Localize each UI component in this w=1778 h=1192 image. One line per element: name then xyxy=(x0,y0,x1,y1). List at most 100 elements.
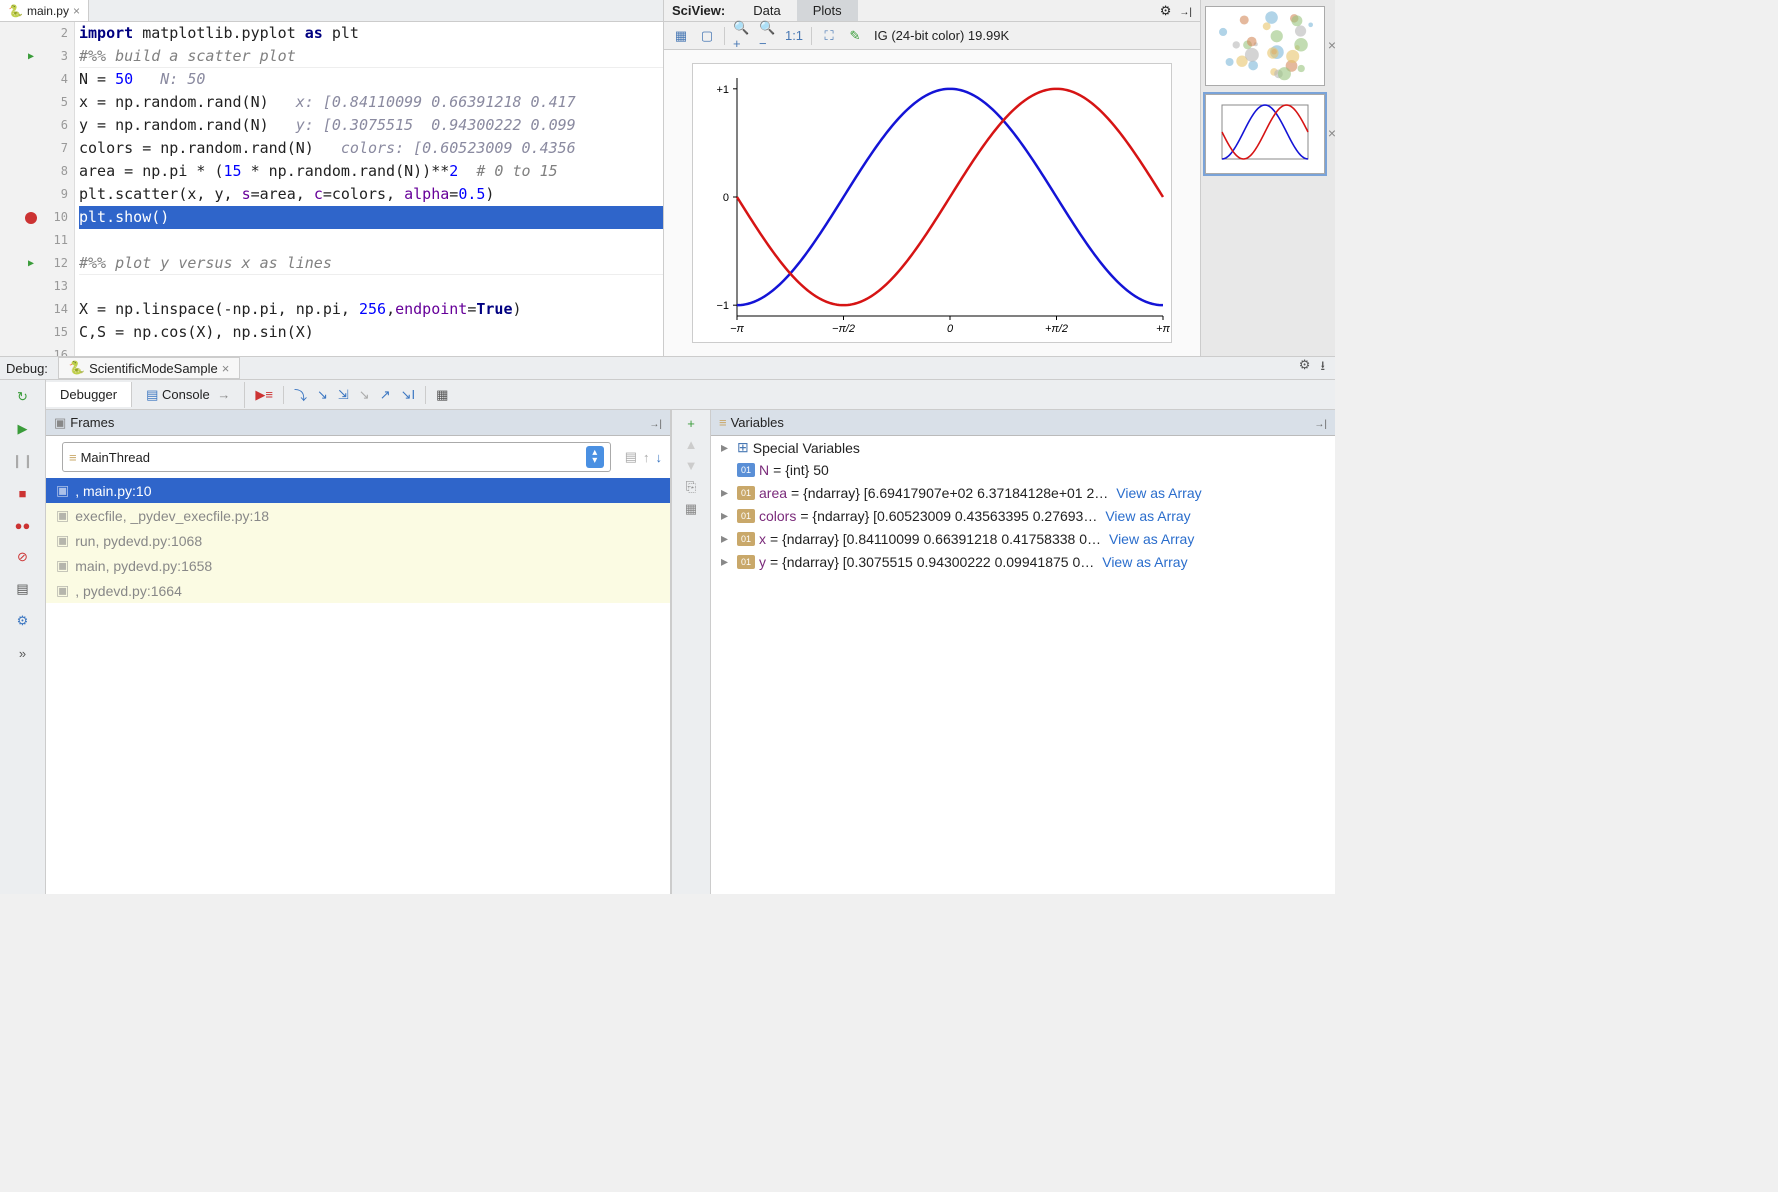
frame-icon: ▣ xyxy=(56,557,69,574)
plot-thumbnail-lines[interactable]: × xyxy=(1205,94,1325,174)
step-over-icon[interactable]: ⤵ xyxy=(294,385,307,404)
run-to-cursor-icon[interactable]: ↘I xyxy=(401,387,416,403)
plot-thumbnail-scatter[interactable]: × xyxy=(1205,6,1325,86)
frame-item[interactable]: ▣, pydevd.py:1664 xyxy=(46,578,670,603)
arrow-up-faded-icon[interactable]: ▲ xyxy=(685,437,698,452)
code-line[interactable] xyxy=(79,275,663,298)
variable-item[interactable]: ▸01 x = {ndarray} [0.84110099 0.66391218… xyxy=(711,527,1335,550)
zoom-out-icon[interactable]: 🔍− xyxy=(759,27,777,45)
frame-item[interactable]: ▣, main.py:10 xyxy=(46,478,670,503)
force-step-into-icon[interactable]: ↘ xyxy=(359,387,370,403)
code-line[interactable] xyxy=(79,344,663,356)
arrow-down-faded-icon[interactable]: ▼ xyxy=(685,458,698,473)
debug-run-config-tab[interactable]: 🐍 ScientificModeSample × xyxy=(58,357,240,379)
variable-list[interactable]: ▸⊞ Special Variables 01 N = {int} 50▸01 … xyxy=(711,436,1335,894)
view-as-array-link[interactable]: View as Array xyxy=(1105,508,1190,524)
view-as-array-link[interactable]: View as Array xyxy=(1116,485,1201,501)
code-line[interactable]: C,S = np.cos(X), np.sin(X) xyxy=(79,321,663,344)
rerun-icon[interactable]: ↻ xyxy=(12,386,34,408)
layout-icon[interactable]: ▤ xyxy=(12,578,34,600)
code-line[interactable]: x = np.random.rand(N) x: [0.84110099 0.6… xyxy=(79,91,663,114)
copy-icon[interactable]: ⎘ xyxy=(686,479,696,495)
breakpoint-icon[interactable] xyxy=(25,212,37,224)
view-as-array-link[interactable]: View as Array xyxy=(1102,554,1187,570)
resume-icon[interactable]: ▶ xyxy=(12,418,34,440)
svg-text:0: 0 xyxy=(947,323,954,335)
code-line[interactable] xyxy=(79,229,663,252)
arrow-up-icon[interactable]: ↑ xyxy=(643,450,650,465)
thread-selector[interactable]: ≡ MainThread ▴▾ xyxy=(62,442,611,472)
chevron-updown-icon[interactable]: ▴▾ xyxy=(586,446,604,468)
stop-icon[interactable]: ■ xyxy=(12,482,34,504)
close-icon[interactable]: × xyxy=(1328,125,1336,141)
variable-item[interactable]: ▸⊞ Special Variables xyxy=(711,436,1335,459)
close-icon[interactable]: × xyxy=(222,361,230,376)
filter-icon[interactable]: ▤ xyxy=(625,449,637,465)
frame-item[interactable]: ▣execfile, _pydev_execfile.py:18 xyxy=(46,503,670,528)
code-line[interactable]: X = np.linspace(-np.pi, np.pi, 256,endpo… xyxy=(79,298,663,321)
tab-plots[interactable]: Plots xyxy=(797,0,858,21)
code-line[interactable]: #%% build a scatter plot xyxy=(79,45,663,68)
tab-console[interactable]: ▤ Console → xyxy=(132,382,245,408)
show-execution-point-icon[interactable]: ▶≡ xyxy=(255,387,273,403)
plot-canvas[interactable]: −10+1−π−π/20+π/2+π xyxy=(692,63,1172,343)
zoom-reset-icon[interactable]: 1:1 xyxy=(785,27,803,45)
special-vars-icon: ⊞ xyxy=(737,439,749,456)
step-out-icon[interactable]: ↗ xyxy=(380,387,391,403)
close-icon[interactable]: × xyxy=(73,4,80,18)
code-line[interactable]: area = np.pi * (15 * np.random.rand(N))*… xyxy=(79,160,663,183)
frame-list[interactable]: ▣, main.py:10▣execfile, _pydev_execfile.… xyxy=(46,478,670,894)
pin-icon[interactable] xyxy=(649,415,662,430)
select-all-icon[interactable]: ▦ xyxy=(672,27,690,45)
variables-pane: ≡ Variables ▸⊞ Special Variables 01 N = … xyxy=(711,410,1335,894)
code-line[interactable]: #%% plot y versus x as lines xyxy=(79,252,663,275)
code-line[interactable]: y = np.random.rand(N) y: [0.3075515 0.94… xyxy=(79,114,663,137)
code-line[interactable]: plt.scatter(x, y, s=area, c=colors, alph… xyxy=(79,183,663,206)
variable-item[interactable]: ▸01 area = {ndarray} [6.69417907e+02 6.3… xyxy=(711,481,1335,504)
tab-data[interactable]: Data xyxy=(737,0,796,21)
code-line[interactable]: import matplotlib.pyplot as plt xyxy=(79,22,663,45)
add-watch-icon[interactable]: + xyxy=(687,416,695,431)
plot-info-label: IG (24-bit color) 19.99K xyxy=(874,28,1009,43)
breakpoints-icon[interactable]: ●● xyxy=(12,514,34,536)
gear-icon[interactable] xyxy=(1160,3,1172,19)
variable-item[interactable]: ▸01 y = {ndarray} [0.3075515 0.94300222 … xyxy=(711,550,1335,573)
picker-icon[interactable]: ✎ xyxy=(846,27,864,45)
svg-text:−π: −π xyxy=(730,323,744,335)
download-icon[interactable]: ⭳ xyxy=(1320,357,1325,379)
tab-debugger[interactable]: Debugger xyxy=(46,382,132,407)
frame-item[interactable]: ▣run, pydevd.py:1068 xyxy=(46,528,670,553)
arrow-down-icon[interactable]: ↓ xyxy=(656,450,663,465)
step-into-my-code-icon[interactable]: ⇲ xyxy=(338,387,349,403)
run-cell-icon[interactable]: ▶ xyxy=(28,45,34,68)
python-file-icon: 🐍 xyxy=(8,4,23,18)
vars-label: Variables xyxy=(731,415,784,430)
pin-icon[interactable] xyxy=(1314,415,1327,430)
gear-icon[interactable] xyxy=(12,610,34,632)
step-into-icon[interactable]: ↘ xyxy=(317,387,328,403)
view-as-array-link[interactable]: View as Array xyxy=(1109,531,1194,547)
variable-item[interactable]: ▸01 colors = {ndarray} [0.60523009 0.435… xyxy=(711,504,1335,527)
pin-icon[interactable] xyxy=(1179,3,1192,19)
sciview-label: SciView: xyxy=(672,3,725,18)
code-line[interactable]: plt.show() xyxy=(79,206,663,229)
evaluate-icon[interactable]: ▦ xyxy=(436,387,448,403)
more-icon[interactable]: » xyxy=(12,642,34,664)
code-line[interactable]: colors = np.random.rand(N) colors: [0.60… xyxy=(79,137,663,160)
close-icon[interactable]: × xyxy=(1328,37,1336,53)
frame-item[interactable]: ▣main, pydevd.py:1658 xyxy=(46,553,670,578)
run-cell-icon[interactable]: ▶ xyxy=(28,252,34,275)
array-view-icon[interactable]: ▦ xyxy=(685,501,697,517)
editor-tab-main[interactable]: 🐍 main.py × xyxy=(0,0,89,21)
select-region-icon[interactable]: ▢ xyxy=(698,27,716,45)
gear-icon[interactable] xyxy=(1299,357,1311,379)
debugger-tabs: Debugger ▤ Console → ▶≡ ⤵ ↘ ⇲ ↘ ↗ ↘I ▦ xyxy=(46,380,1335,410)
mute-breakpoints-icon[interactable]: ⊘ xyxy=(12,546,34,568)
frame-icon: ▣ xyxy=(56,507,69,524)
zoom-in-icon[interactable]: 🔍+ xyxy=(733,27,751,45)
pause-icon[interactable]: ❙❙ xyxy=(12,450,34,472)
variable-item[interactable]: 01 N = {int} 50 xyxy=(711,459,1335,481)
code-editor[interactable]: 2▶34567891011▶12131415161718 import matp… xyxy=(0,22,663,356)
fit-icon[interactable]: ⛶ xyxy=(820,27,838,45)
code-line[interactable]: N = 50 N: 50 xyxy=(79,68,663,91)
